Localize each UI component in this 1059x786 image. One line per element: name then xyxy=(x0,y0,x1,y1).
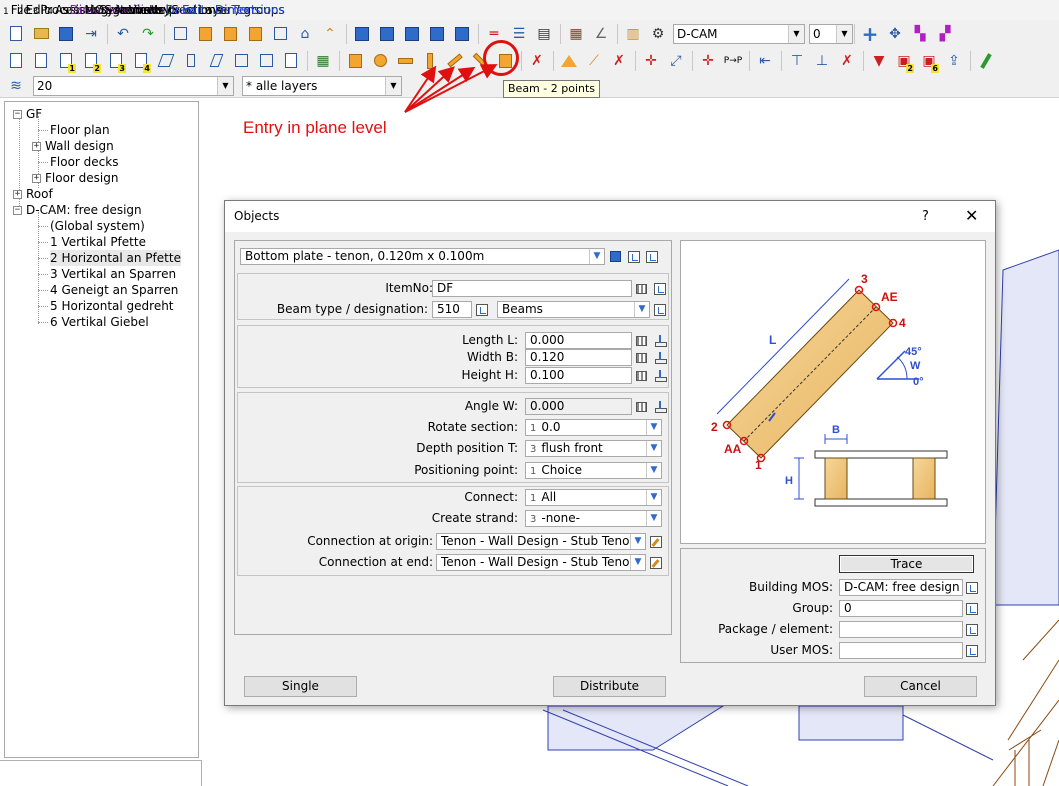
label-aa: AA xyxy=(724,442,742,456)
calculator-icon[interactable] xyxy=(634,350,649,365)
beam-diagram-panel: 3 AE 4 L 2 AA 1 45° W 0° B H xyxy=(680,240,986,544)
tree-select-icon[interactable] xyxy=(474,302,489,317)
tree-select-icon[interactable] xyxy=(964,601,979,616)
chevron-down-icon: ▼ xyxy=(646,420,661,435)
rotate-select[interactable]: 1 0.0 ▼ xyxy=(525,419,662,436)
save-preset-icon[interactable] xyxy=(608,249,623,264)
beamtype-code-field[interactable]: 510 xyxy=(432,301,472,318)
edit-connection-icon[interactable] xyxy=(648,555,663,570)
package-field[interactable] xyxy=(839,621,963,638)
tree-select-icon[interactable] xyxy=(652,281,667,296)
label-b: B xyxy=(832,424,840,436)
tree-select-icon[interactable] xyxy=(652,302,667,317)
beamtype-name-select[interactable]: Beams ▼ xyxy=(497,301,650,318)
width-label: Width B: xyxy=(467,350,518,364)
label-3: 3 xyxy=(861,272,868,286)
depth-label: Depth position T: xyxy=(416,441,518,455)
help-button[interactable]: ? xyxy=(922,209,929,224)
preset-select[interactable]: Bottom plate - tenon, 0.120m x 0.100m ▼ xyxy=(240,248,605,265)
close-icon[interactable]: ✕ xyxy=(965,206,978,225)
objects-dialog: Objects ? ✕ Bottom plate - tenon, 0.120m… xyxy=(224,200,996,706)
distribute-button[interactable]: Distribute xyxy=(553,676,666,697)
preset-tree-icon[interactable] xyxy=(626,249,641,264)
beam-diagram: 3 AE 4 L 2 AA 1 45° W 0° B H xyxy=(711,272,948,507)
chevron-down-icon: ▼ xyxy=(630,534,645,549)
itemno-label: ItemNo: xyxy=(385,281,433,295)
length-field[interactable]: 0.000 xyxy=(525,332,632,349)
tree-select-icon[interactable] xyxy=(964,622,979,637)
connection-origin-select[interactable]: Tenon - Wall Design - Stub Tenon ▼ xyxy=(436,533,646,550)
edit-connection-icon[interactable] xyxy=(648,534,663,549)
building-mos-field[interactable]: D-CAM: free design xyxy=(839,579,963,596)
user-mos-field[interactable] xyxy=(839,642,963,659)
preset-edit-icon[interactable] xyxy=(644,249,659,264)
building-mos-label: Building MOS: xyxy=(749,580,833,594)
trace-button[interactable]: Trace xyxy=(839,555,974,573)
positioning-point-select[interactable]: 1 Choice ▼ xyxy=(525,462,662,479)
label-2: 2 xyxy=(711,420,718,434)
calculator-icon[interactable] xyxy=(634,333,649,348)
connect-select[interactable]: 1 All ▼ xyxy=(525,489,662,506)
tree-select-icon[interactable] xyxy=(964,580,979,595)
width-field[interactable]: 0.120 xyxy=(525,349,632,366)
label-ae: AE xyxy=(881,290,898,304)
strand-select[interactable]: 3 -none- ▼ xyxy=(525,510,662,527)
depth-select[interactable]: 3 flush front ▼ xyxy=(525,440,662,457)
beamtype-label: Beam type / designation: xyxy=(276,302,428,316)
label-0: 0° xyxy=(913,376,924,388)
dialog-title: Objects xyxy=(225,201,995,232)
chevron-down-icon: ▼ xyxy=(630,555,645,570)
height-label: Height H: xyxy=(461,368,518,382)
label-w: W xyxy=(910,360,921,372)
group-label: Group: xyxy=(792,601,833,615)
mos-panel: Trace Building MOS: D-CAM: free design G… xyxy=(680,548,986,663)
connection-end-select[interactable]: Tenon - Wall Design - Stub Tenon ▼ xyxy=(436,554,646,571)
pick-icon[interactable] xyxy=(652,399,667,414)
chevron-down-icon: ▼ xyxy=(646,511,661,526)
pick-icon[interactable] xyxy=(652,350,667,365)
angle-field[interactable]: 0.000 xyxy=(525,398,632,415)
pick-icon[interactable] xyxy=(652,368,667,383)
calculator-icon[interactable] xyxy=(634,368,649,383)
cancel-button[interactable]: Cancel xyxy=(864,676,977,697)
user-mos-label: User MOS: xyxy=(770,643,833,657)
connect-label: Connect: xyxy=(464,490,518,504)
chevron-down-icon: ▼ xyxy=(634,302,649,317)
annotation-text: Entry in plane level xyxy=(243,118,387,137)
height-field[interactable]: 0.100 xyxy=(525,367,632,384)
properties-panel: Bottom plate - tenon, 0.120m x 0.100m ▼ … xyxy=(234,240,672,635)
chevron-down-icon: ▼ xyxy=(646,441,661,456)
chevron-down-icon: ▼ xyxy=(646,490,661,505)
calculator-icon[interactable] xyxy=(634,281,649,296)
tree-select-icon[interactable] xyxy=(964,643,979,658)
package-label: Package / element: xyxy=(718,622,833,636)
label-h: H xyxy=(785,475,793,487)
single-button[interactable]: Single xyxy=(244,676,357,697)
strand-label: Create strand: xyxy=(431,511,518,525)
rotate-label: Rotate section: xyxy=(427,420,518,434)
chevron-down-icon: ▼ xyxy=(589,249,604,264)
label-4: 4 xyxy=(899,316,906,330)
positioning-point-label: Positioning point: xyxy=(414,463,518,477)
connection-origin-label: Connection at origin: xyxy=(307,534,433,548)
pick-icon[interactable] xyxy=(652,333,667,348)
group-field[interactable]: 0 xyxy=(839,600,963,617)
label-l: L xyxy=(769,333,776,347)
length-label: Length L: xyxy=(462,333,518,347)
label-45: 45° xyxy=(905,346,922,358)
connection-end-label: Connection at end: xyxy=(318,555,433,569)
itemno-field[interactable]: DF xyxy=(432,280,632,297)
angle-label: Angle W: xyxy=(464,399,518,413)
label-1: 1 xyxy=(755,458,762,472)
calculator-icon[interactable] xyxy=(634,399,649,414)
chevron-down-icon: ▼ xyxy=(646,463,661,478)
